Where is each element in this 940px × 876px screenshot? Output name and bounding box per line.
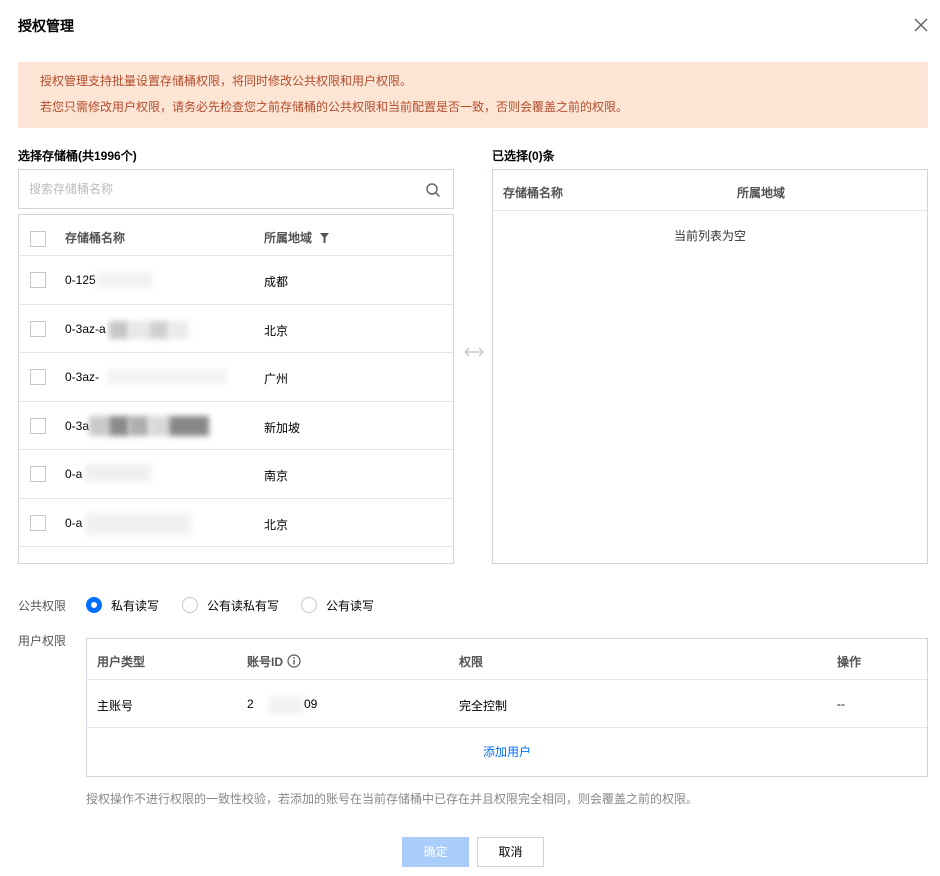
account-id-end: 09 [304,697,318,711]
bucket-region: 南京 [264,469,289,483]
redaction-mask [169,415,209,436]
row-checkbox[interactable] [30,466,46,482]
user-table-header: 用户类型 账号ID 权限 操作 [87,639,927,680]
selected-column-region: 所属地域 [737,186,786,200]
radio-dot [86,597,102,613]
redaction-mask [89,415,109,436]
notice-line-1: 授权管理支持批量设置存储桶权限，将同时修改公共权限和用户权限。 [40,74,413,88]
radio-public-read-private-write[interactable]: 公有读私有写 [182,596,279,614]
bucket-name: 0-a [65,515,83,530]
redaction-mask [129,320,149,339]
empty-state: 当前列表为空 [673,229,746,243]
add-user-link[interactable]: 添加用户 [483,745,531,759]
action-cell: -- [837,697,845,711]
row-checkbox[interactable] [30,514,46,531]
selected-list-table: 存储桶名称 所属地域 当前列表为空 [492,169,928,564]
radio-public-rw[interactable]: 公有读写 [301,596,374,614]
redaction-mask [85,464,151,482]
bucket-name: 0-3a [65,418,90,433]
user-perm-label: 用户权限 [18,634,67,648]
region-header-label: 所属地域 [264,231,313,245]
redaction-mask [97,272,153,288]
user-permission-table: 用户类型 账号ID 权限 操作 主账号 2 09 完全控制 -- 添加用户 [86,638,928,777]
bucket-table-header: 存储桶名称 所属地域 [19,215,453,256]
account-id-label: 账号ID [247,655,284,669]
redaction-mask [149,320,169,339]
filter-icon[interactable] [320,233,330,243]
bucket-search [18,169,454,209]
redaction-mask [85,512,191,535]
notice-line-2: 若您只需修改用户权限，请务必先检查您之前存储桶的公共权限和当前配置是否一致，否则… [40,100,629,114]
table-row: 主账号 2 09 完全控制 -- [87,680,927,728]
table-row[interactable]: 0-125 成都 [19,256,453,305]
search-icon[interactable] [425,182,441,198]
bucket-region: 新加坡 [264,420,301,435]
row-checkbox[interactable] [30,320,46,337]
column-user-type: 用户类型 [97,655,146,669]
table-row[interactable]: 0-a 北京 [19,499,453,547]
table-row[interactable]: 0-a 南京 [19,450,453,499]
row-checkbox[interactable] [30,417,46,434]
row-checkbox[interactable] [30,272,46,288]
info-icon[interactable] [287,654,301,668]
bucket-region: 北京 [264,323,289,338]
user-type-cell: 主账号 [97,699,134,713]
column-permission: 权限 [459,655,484,669]
add-user-row: 添加用户 [87,728,927,776]
redaction-mask [169,320,189,339]
redaction-mask [269,696,303,714]
radio-label: 私有读写 [111,598,160,613]
radio-label: 公有读写 [326,598,375,613]
confirm-button[interactable]: 确定 [402,837,469,867]
right-section-label: 已选择(0)条 [492,149,555,163]
redaction-mask [149,415,169,436]
account-id-start: 2 [247,697,254,711]
table-row[interactable]: 0-3az- 广州 [19,353,453,402]
consistency-note: 授权操作不进行权限的一致性校验，若添加的账号在当前存储桶中已存在并且权限完全相同… [86,792,699,806]
cancel-button[interactable]: 取消 [477,837,544,867]
row-checkbox[interactable] [30,369,46,385]
selected-column-name: 存储桶名称 [503,186,564,200]
bucket-search-input[interactable] [19,170,409,208]
transfer-arrows-icon [464,347,484,357]
bucket-region: 北京 [264,517,289,532]
bucket-name: 0-a [65,467,83,481]
bucket-list-table: 存储桶名称 所属地域 0-125 成都 0-3az-a 北京 0-3az- 广州… [18,214,454,564]
redaction-mask [129,415,149,436]
radio-label: 公有读私有写 [207,598,280,613]
bucket-region: 成都 [264,275,289,289]
bucket-name: 0-3az- [65,370,100,384]
radio-dot [182,597,198,613]
close-icon[interactable] [912,16,930,34]
permission-cell: 完全控制 [459,699,508,713]
column-header-name: 存储桶名称 [65,231,126,245]
public-perm-label: 公共权限 [18,599,67,613]
left-section-label: 选择存储桶(共1996个) [18,149,137,163]
table-row[interactable]: 0-3az-a 北京 [19,305,453,353]
redaction-mask [109,320,129,339]
column-header-region: 所属地域 [264,229,330,246]
bucket-name: 0-125 [65,273,96,287]
notice-banner: 授权管理支持批量设置存储桶权限，将同时修改公共权限和用户权限。 若您只需修改用户… [18,62,928,128]
radio-dot [301,597,317,613]
column-account-id: 账号ID [247,653,301,670]
table-row[interactable]: 0-3a 新加坡 [19,402,453,450]
redaction-mask [109,415,129,436]
radio-private-rw[interactable]: 私有读写 [86,596,159,614]
bucket-name: 0-3az-a [65,321,106,336]
selected-table-header: 存储桶名称 所属地域 [493,170,927,211]
select-all-checkbox[interactable] [30,231,46,247]
column-actions: 操作 [837,655,862,669]
dialog-title: 授权管理 [18,18,74,34]
bucket-region: 广州 [264,372,289,386]
redaction-mask [107,369,227,385]
